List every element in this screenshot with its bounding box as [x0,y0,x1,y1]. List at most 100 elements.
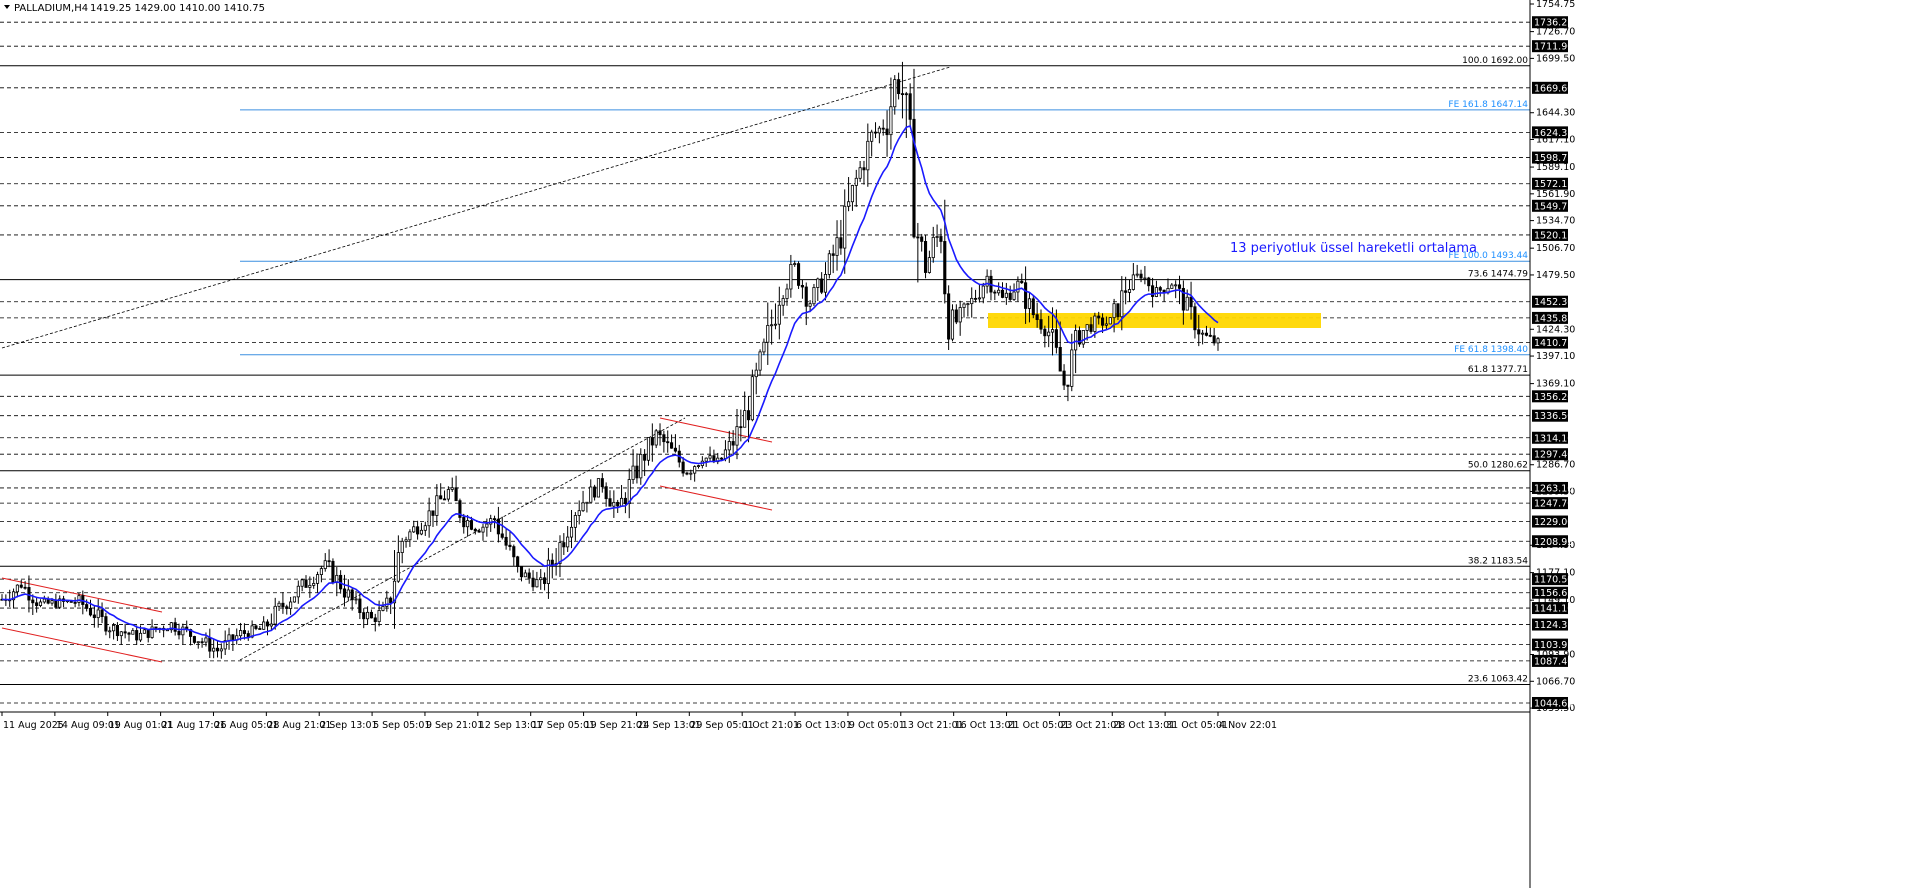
candle-body [827,253,831,275]
candle-body [1139,273,1143,279]
candle-body [646,437,651,461]
candle-body [1093,315,1097,332]
candle-body [970,297,974,305]
candle-body [281,602,285,608]
time-tick-label: 11 Aug 2025 [3,720,64,731]
candle-body [1004,292,1008,298]
candle-body [493,518,497,520]
candle-body [431,510,435,516]
candle-body [146,629,150,638]
candle-body [839,237,843,249]
candle-body [1108,317,1112,325]
candle-body [262,621,266,630]
time-tick-label: 9 Sep 21:01 [426,720,483,731]
price-level-tag-label: 1435.85 [1534,313,1573,324]
candle-body [366,611,370,620]
candle-body [1193,306,1197,331]
ema-13-line [1,124,1219,643]
candle-body [631,465,635,480]
candle-body [1000,289,1005,298]
candle-body [604,486,608,500]
candle-body [823,274,828,293]
candle-body [608,498,612,507]
candle-body [1208,334,1212,337]
candle-body [954,309,958,323]
candle-body [723,449,727,459]
candle-body [831,253,835,256]
candle-body [854,177,858,186]
price-level-tag-label: 1452.30 [1534,297,1573,308]
candle-body [789,263,793,290]
candle-body [412,526,416,533]
candle-body [847,201,851,207]
candle-body [666,441,670,444]
candle-body [1027,298,1031,309]
candle-body [997,289,1001,294]
fibo-retracement-label: 50.0 1280.62 [1468,461,1528,471]
time-tick-label: 6 Oct 13:01 [796,720,852,731]
candle-body [358,598,362,614]
price-level-tag-label: 1736.25 [1534,18,1573,29]
candle-body [400,540,404,553]
price-level-tag-label: 1598.75 [1534,153,1573,164]
candle-body [373,617,377,622]
candle-body [881,127,885,130]
price-level-tag-label: 1208.95 [1534,537,1573,548]
candle-body [242,630,246,634]
price-level-tag-label: 1314.10 [1534,433,1573,444]
price-tick-label: 1286.70 [1536,460,1575,471]
candle-body [23,586,27,589]
candle-body [612,501,616,507]
fibonacci-levels: 100.0 1692.00 73.6 1474.79 61.8 1377.71 50.… [0,56,1530,686]
price-level-tag-label: 1669.60 [1534,83,1573,94]
candle-body [308,584,312,588]
candle-body [96,609,100,619]
candle-body [469,520,474,530]
candle-body [862,167,866,171]
candle-body [35,602,39,606]
candle-body [1043,328,1047,337]
chart[interactable]: 100.0 1692.00 73.6 1474.79 61.8 1377.71 50.… [0,0,1916,888]
candle-body [115,624,119,637]
candle-body [820,278,824,293]
candle-body [1104,323,1108,326]
price-tick-label: 1561.90 [1536,189,1575,200]
candle-body [800,284,804,288]
candle-body [215,647,220,652]
candle-body [258,628,262,630]
candle-body [739,426,743,429]
fibo-retracement-label: 61.8 1377.71 [1468,365,1528,375]
fibo-retracement-label: 100.0 1692.00 [1462,56,1528,66]
candle-body [843,205,847,249]
candle-body [38,601,43,606]
candle-body [1008,292,1012,300]
candle-body [289,601,293,609]
candle-body [777,304,781,325]
dropdown-triangle-icon[interactable] [4,5,10,9]
price-level-tag-label: 1549.75 [1534,201,1573,212]
candle-body [1097,315,1101,319]
ema-line [1,124,1219,643]
price-level-tag-label: 1170.50 [1534,575,1573,586]
candle-body [808,303,812,307]
candle-body [793,263,797,265]
candle-body [516,556,520,567]
candle-body [593,486,597,498]
candle-body [893,79,897,108]
candle-body [1204,332,1209,336]
candle-body [950,309,955,340]
time-tick-label: 5 Sep 05:01 [373,720,430,731]
candle-body [85,604,89,609]
candle-body [277,602,281,607]
candle-body [766,324,770,343]
fibo-expansion-label: FE 161.8 1647.14 [1448,100,1528,110]
candle-body [342,588,347,598]
candle-body [643,453,647,461]
candle-body [231,634,235,641]
candle-body [1189,296,1193,308]
candle-body [296,585,300,598]
candle-body [323,560,327,569]
candle-body [454,487,458,502]
candle-body [754,369,758,378]
candle-body [446,489,450,500]
